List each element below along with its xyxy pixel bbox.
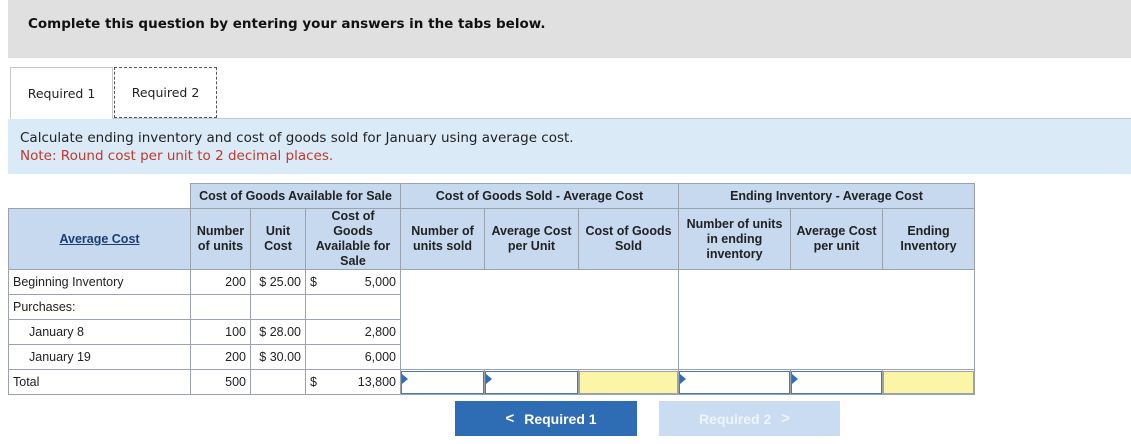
units-value: 200 (190, 269, 251, 295)
instruction-text: Calculate ending inventory and cost of g… (20, 130, 574, 146)
input-marker-icon (402, 373, 408, 384)
row-label: January 8 (8, 319, 191, 345)
unit-cost-value (250, 369, 306, 395)
question-header: Complete this question by entering your … (8, 0, 1131, 58)
table-row: Total 500 $ 13,800 (8, 369, 975, 395)
header-unit-cost: Unit Cost (250, 208, 306, 270)
unit-cost-value (250, 294, 306, 320)
corner-blank (8, 183, 191, 209)
cogas-value (305, 294, 401, 320)
unit-cost-value: $ 28.00 (250, 319, 306, 345)
prev-required-1-button[interactable]: < Required 1 (455, 401, 637, 436)
header-ending-inventory: Ending Inventory (882, 208, 975, 270)
row-label: Total (8, 369, 191, 395)
units-ending-input[interactable] (679, 370, 790, 394)
table-row: Beginning Inventory 200 $ 25.00 $ 5,000 (8, 269, 975, 370)
average-cost-link-cell: Average Cost (8, 208, 191, 270)
cogas-value: 2,800 (305, 319, 401, 345)
avg-cost-sold-cell (484, 369, 579, 395)
cogas-value: 13,800 (357, 375, 396, 389)
units-sold-input[interactable] (401, 370, 484, 394)
chevron-left-icon: < (505, 410, 515, 427)
tab-bar: Required 1 Required 2 (10, 67, 1131, 119)
next-button-label: Required 2 (698, 410, 772, 427)
dollar-sign: $ (310, 275, 317, 289)
units-value: 100 (190, 319, 251, 345)
unit-cost-value: $ 30.00 (250, 344, 306, 370)
units-value: 500 (190, 369, 251, 395)
row-label: January 19 (8, 344, 191, 370)
units-value (190, 294, 251, 320)
units-sold-cell (400, 369, 485, 395)
ending-inventory-cell (882, 369, 975, 395)
avg-cost-ending-cell (790, 369, 883, 395)
avg-cost-ending-input[interactable] (791, 370, 882, 394)
header-cogs: Cost of Goods Sold (578, 208, 679, 270)
row-label: Beginning Inventory (8, 269, 191, 295)
chevron-right-icon: > (781, 410, 791, 427)
group-header-ending: Ending Inventory - Average Cost (678, 183, 975, 209)
header-avg-cost-sold: Average Cost per Unit (484, 208, 579, 270)
dollar-sign: $ (310, 375, 317, 389)
cogas-value: 6,000 (305, 344, 401, 370)
cogs-cell (578, 369, 679, 395)
unit-cost-value: $ 25.00 (250, 269, 306, 295)
input-marker-icon (486, 373, 492, 384)
row-label: Purchases: (8, 294, 191, 320)
header-units-sold: Number of units sold (400, 208, 485, 270)
avg-cost-sold-input[interactable] (485, 370, 578, 394)
cogas-cell: $ 13,800 (305, 369, 401, 395)
tab-required-1[interactable]: Required 1 (10, 67, 113, 119)
cogs-blank-area (400, 269, 679, 370)
prev-button-label: Required 1 (524, 410, 597, 427)
average-cost-link[interactable]: Average Cost (59, 232, 139, 246)
question-title: Complete this question by entering your … (28, 16, 546, 32)
header-units-ending: Number of units in ending inventory (678, 208, 791, 270)
group-header-sold: Cost of Goods Sold - Average Cost (400, 183, 679, 209)
input-marker-icon (680, 373, 686, 384)
units-value: 200 (190, 344, 251, 370)
header-avg-cost-ending: Average Cost per unit (790, 208, 883, 270)
instructions-panel: Calculate ending inventory and cost of g… (8, 119, 1131, 174)
ending-inventory-result-field (883, 370, 974, 394)
header-units: Number of units (190, 208, 251, 270)
ending-blank-area (678, 269, 975, 370)
units-ending-cell (678, 369, 791, 395)
next-required-2-button[interactable]: Required 2 > (659, 401, 840, 436)
rounding-note: Note: Round cost per unit to 2 decimal p… (20, 148, 334, 164)
header-cogas: Cost of Goods Available for Sale (305, 208, 401, 270)
tab-required-2[interactable]: Required 2 (114, 67, 217, 118)
average-cost-table: Cost of Goods Available for Sale Cost of… (8, 183, 975, 395)
cogas-cell: $ 5,000 (305, 269, 401, 295)
group-header-available: Cost of Goods Available for Sale (190, 183, 401, 209)
cogs-result-field (579, 370, 678, 394)
cogas-value: 5,000 (364, 275, 396, 289)
input-marker-icon (792, 373, 798, 384)
